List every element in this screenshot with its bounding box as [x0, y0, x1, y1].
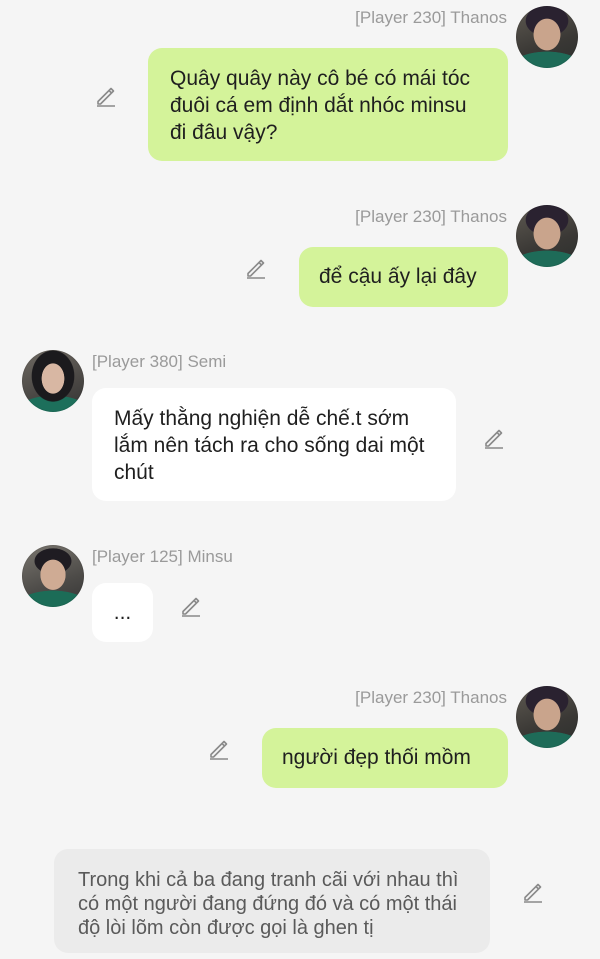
- pencil-edit-icon[interactable]: [207, 737, 231, 761]
- avatar-thanos[interactable]: [516, 205, 578, 267]
- sender-name: [Player 125] Minsu: [92, 547, 233, 566]
- message-bubble[interactable]: Quây quây này cô bé có mái tóc đuôi cá e…: [148, 48, 508, 161]
- message-bubble[interactable]: ...: [92, 583, 153, 642]
- avatar-thanos[interactable]: [516, 6, 578, 68]
- narration-bubble[interactable]: Trong khi cả ba đang tranh cãi với nhau …: [54, 849, 490, 953]
- sender-name: [Player 230] Thanos: [355, 8, 507, 27]
- avatar-thanos[interactable]: [516, 686, 578, 748]
- pencil-edit-icon[interactable]: [179, 594, 203, 618]
- message-bubble[interactable]: để cậu ấy lại đây: [299, 247, 508, 307]
- sender-name: [Player 230] Thanos: [355, 688, 507, 707]
- pencil-edit-icon[interactable]: [94, 84, 118, 108]
- sender-name: [Player 230] Thanos: [355, 207, 507, 226]
- message-bubble[interactable]: Mấy thằng nghiện dễ chế.t sớm lắm nên tá…: [92, 388, 456, 501]
- pencil-edit-icon[interactable]: [482, 426, 506, 450]
- avatar-semi[interactable]: [22, 350, 84, 412]
- sender-name: [Player 380] Semi: [92, 352, 227, 371]
- avatar-minsu[interactable]: [22, 545, 84, 607]
- message-bubble[interactable]: người đẹp thối mồm: [262, 728, 508, 788]
- pencil-edit-icon[interactable]: [521, 880, 545, 904]
- pencil-edit-icon[interactable]: [244, 256, 268, 280]
